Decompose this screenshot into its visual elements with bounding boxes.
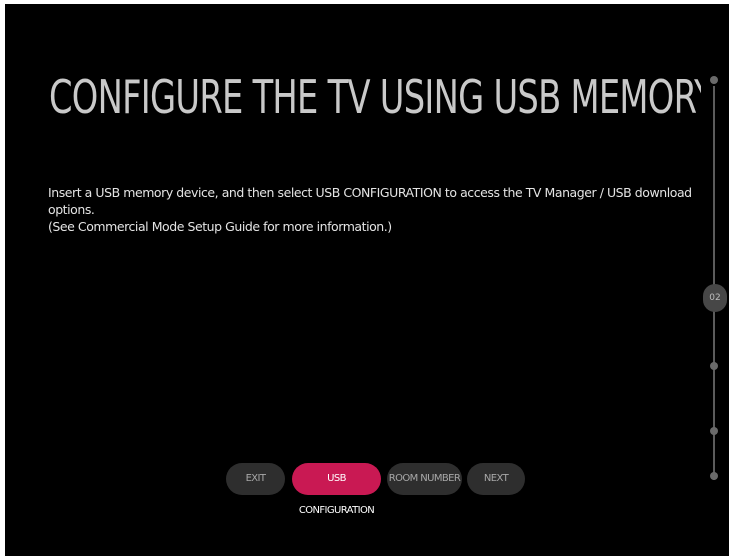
instructions-line-1: Insert a USB memory device, and then sel… bbox=[48, 185, 692, 217]
room-number-button[interactable]: ROOM NUMBER bbox=[387, 463, 462, 495]
instructions-line-2: (See Commercial Mode Setup Guide for mor… bbox=[48, 219, 392, 234]
progress-step-dot bbox=[710, 76, 718, 84]
page-title: CONFIGURE THE TV USING USB MEMORY D bbox=[49, 70, 701, 124]
next-button[interactable]: NEXT bbox=[467, 463, 525, 495]
usb-configuration-button[interactable]: USB CONFIGURATION bbox=[292, 463, 381, 516]
progress-step-dot bbox=[710, 472, 718, 480]
progress-track bbox=[713, 86, 715, 480]
progress-step-dot bbox=[710, 427, 718, 435]
progress-step-dot bbox=[710, 362, 718, 370]
current-step-indicator: 02 bbox=[703, 284, 727, 312]
exit-button[interactable]: EXIT bbox=[226, 463, 285, 495]
instructions-text: Insert a USB memory device, and then sel… bbox=[48, 184, 698, 235]
tv-setup-screen: CONFIGURE THE TV USING USB MEMORY D Inse… bbox=[5, 4, 729, 556]
page-title-clip: CONFIGURE THE TV USING USB MEMORY D bbox=[49, 62, 701, 132]
